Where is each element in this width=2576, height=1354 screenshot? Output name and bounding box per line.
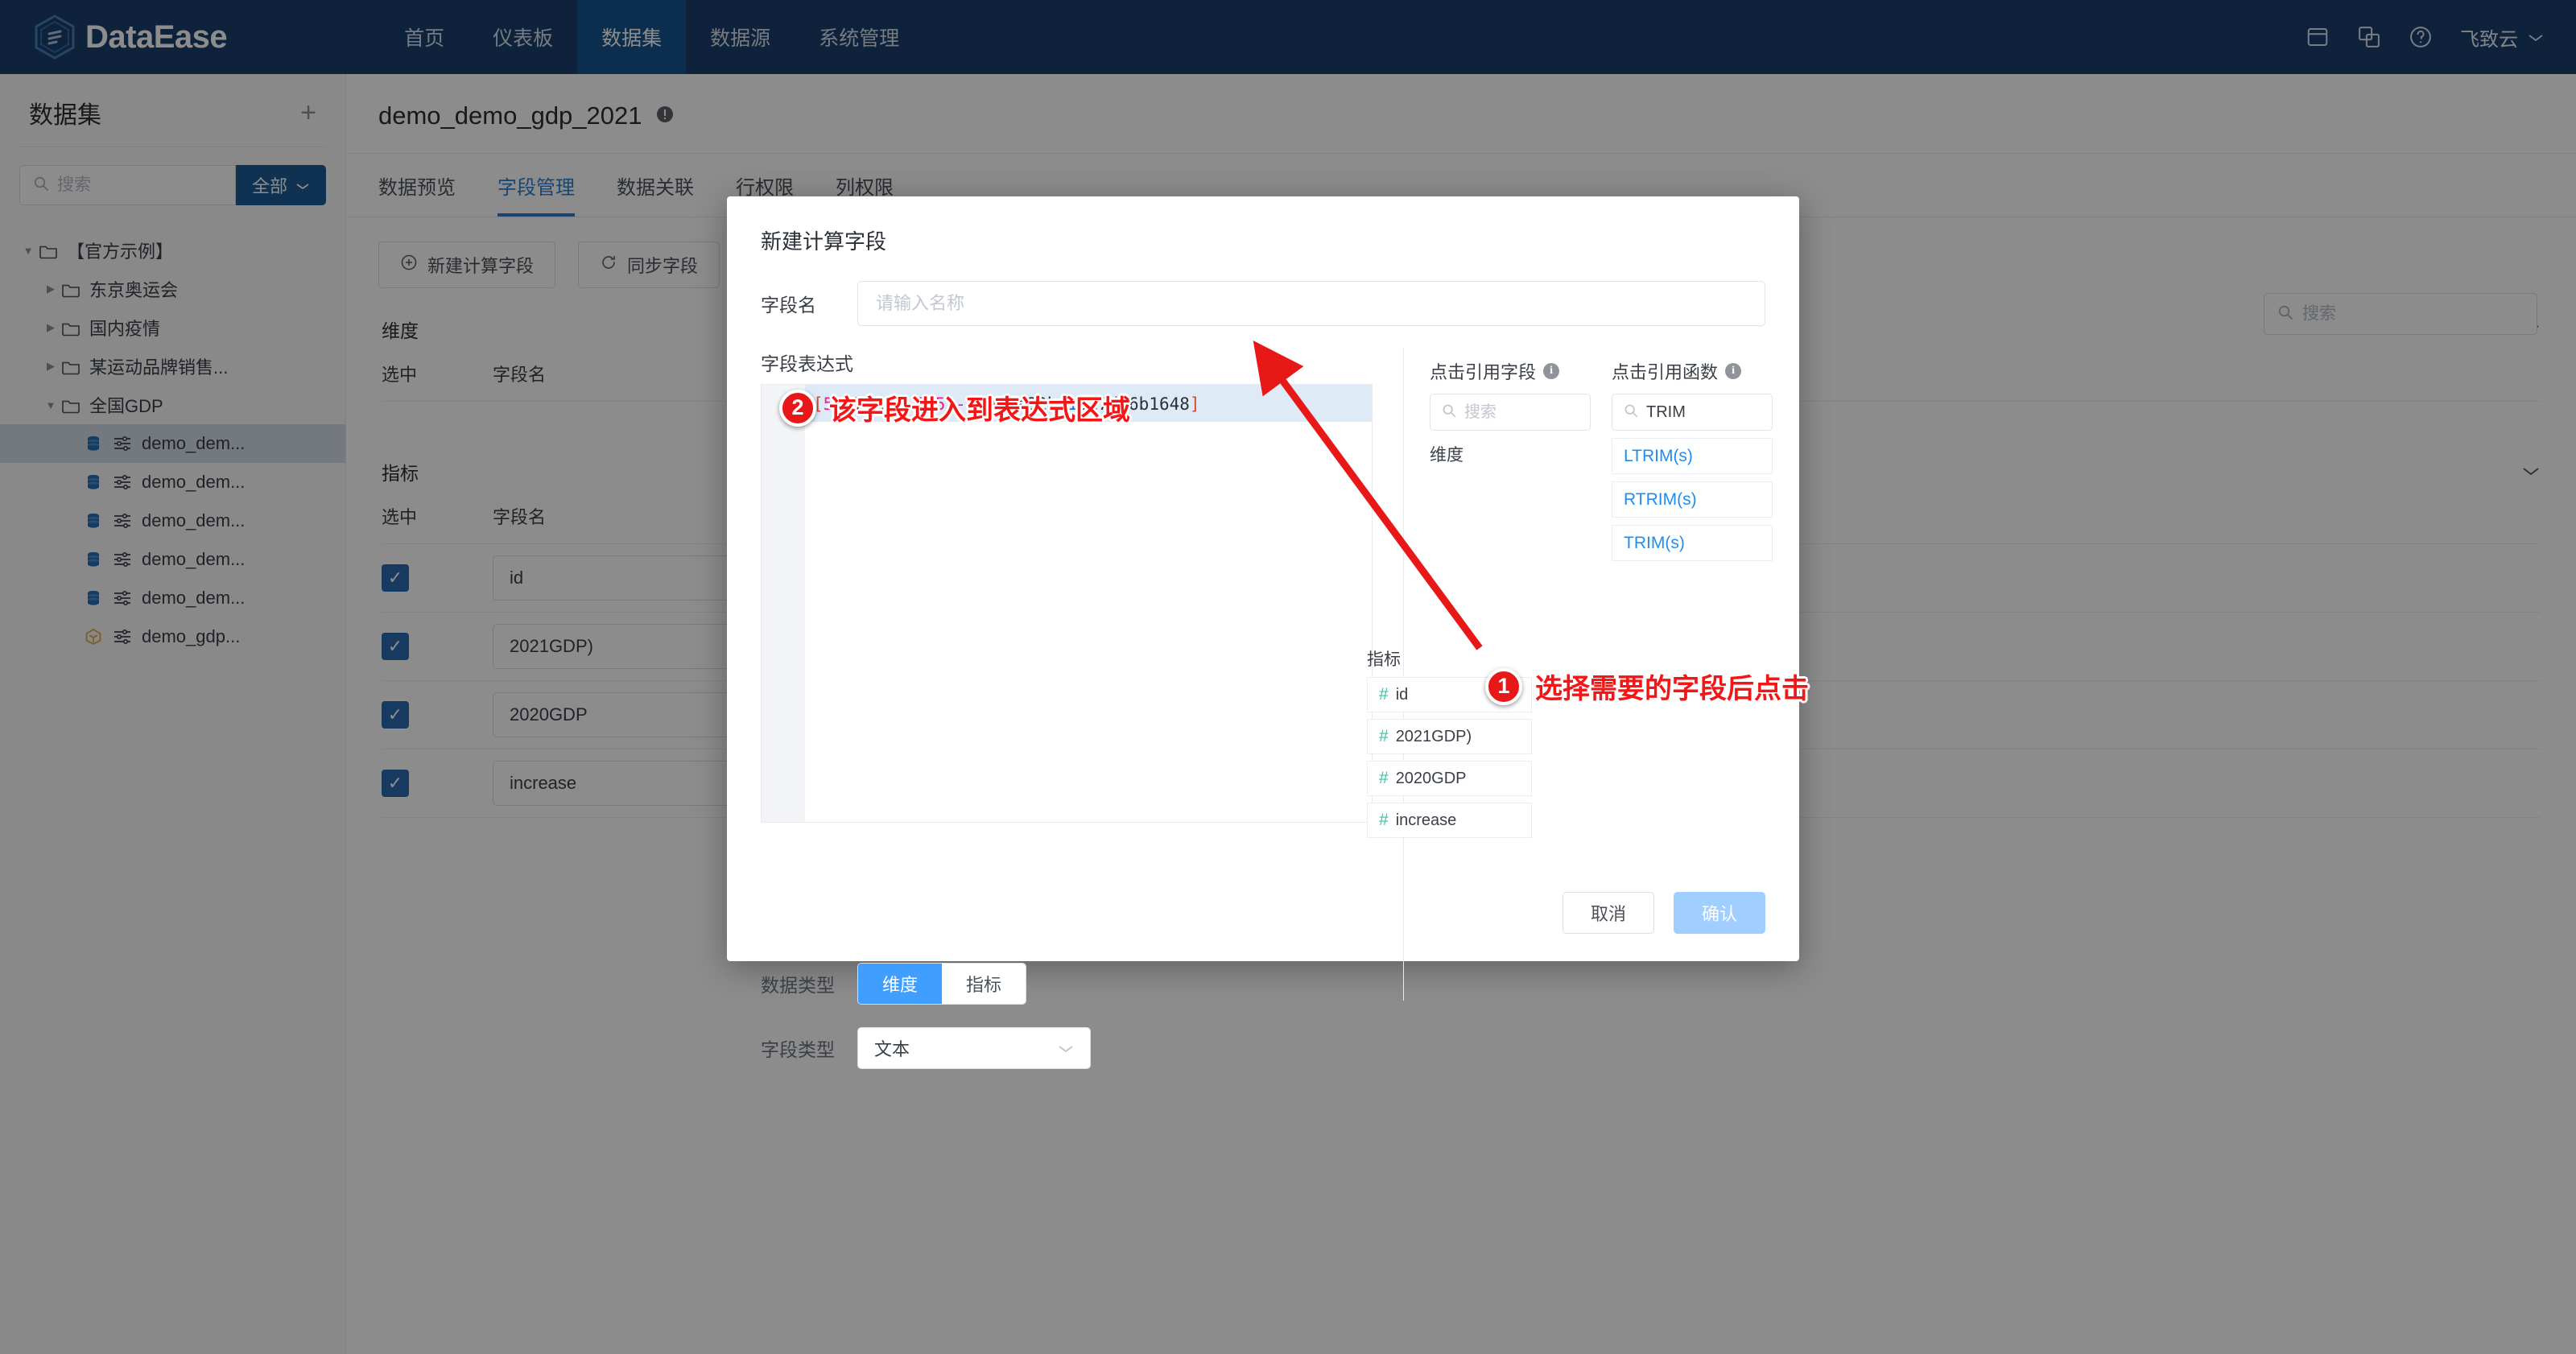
confirm-button[interactable]: 确认 [1673,892,1765,934]
data-type-segmented-control: 维度 指标 [857,963,1027,1005]
reference-function-column: 点击引用函数 i LTRIM(s) RTRIM(s) TRIM(s) [1612,358,1773,561]
annotation-text: 该字段进入到表达式区域 [829,394,1130,427]
reference-field-group-label: 维度 [1430,446,1463,464]
metric-field-item[interactable]: # increase [1367,803,1532,838]
cancel-button[interactable]: 取消 [1562,892,1654,934]
data-type-row: 数据类型 维度 指标 [761,963,1091,1005]
reference-columns: 点击引用字段 i 维度 [1430,358,1799,561]
function-list: LTRIM(s) RTRIM(s) TRIM(s) [1612,438,1773,561]
app-root: DataEase 首页 仪表板 数据集 数据源 系统管理 飞致云 数据集 + 搜… [0,0,2576,1354]
dialog-title: 新建计算字段 [761,229,887,254]
info-icon[interactable]: i [1543,363,1560,379]
data-type-option-dimension[interactable]: 维度 [858,964,943,1004]
reference-field-column: 点击引用字段 i 维度 [1430,358,1591,561]
reference-field-search-input[interactable] [1464,402,1579,422]
search-icon [1624,403,1638,422]
data-type-option-metric[interactable]: 指标 [942,964,1026,1004]
field-type-row: 字段类型 文本 [761,1027,1091,1069]
reference-function-header-label: 点击引用函数 [1612,362,1719,382]
hash-icon: # [1379,727,1389,745]
field-name-input[interactable] [876,293,1747,314]
hash-icon: # [1379,685,1389,704]
data-type-label: 数据类型 [761,975,835,996]
annotation-badge: 2 [779,389,816,427]
expression-editor[interactable]: 1 [58a7ee7d-6753-400a-a22b-1aa7d16b1648] [761,384,1373,823]
reference-function-search-input[interactable] [1646,402,1761,422]
annotation-1: 1 选择需要的字段后点击 [1485,667,1809,706]
reference-field-search-box[interactable] [1430,394,1591,431]
new-calculated-field-dialog: 新建计算字段 字段名 字段表达式 1 [58a7ee7d-6753-400a-a… [727,196,1799,1069]
function-item[interactable]: RTRIM(s) [1612,481,1773,518]
expression-token: ] [1189,394,1200,414]
hash-icon: # [1379,811,1389,829]
field-name-row: 字段名 [727,255,1799,326]
reference-field-header: 点击引用字段 i [1430,358,1591,384]
expression-label: 字段表达式 [761,353,853,374]
reference-function-search-box[interactable] [1612,394,1773,431]
field-name-input-wrapper[interactable] [857,281,1765,326]
metric-field-label: id [1395,685,1409,704]
field-type-label: 字段类型 [761,1039,835,1060]
chevron-down-icon [1058,1038,1074,1059]
function-item[interactable]: TRIM(s) [1612,525,1773,561]
annotation-2: 2 该字段进入到表达式区域 [779,388,1130,427]
metric-field-item[interactable]: #2020GDP [1367,761,1532,796]
metric-field-label: increase [1395,811,1457,829]
editor-line-numbers: 1 [762,385,805,822]
field-type-value: 文本 [874,1039,910,1059]
hash-icon: # [1379,769,1389,787]
info-icon[interactable]: i [1725,363,1742,379]
reference-field-header-label: 点击引用字段 [1430,362,1537,382]
metric-field-label: 2021GDP) [1395,727,1472,745]
search-icon [1442,403,1456,422]
field-type-select[interactable]: 文本 [857,1027,1091,1069]
function-item[interactable]: LTRIM(s) [1612,438,1773,474]
reference-function-header: 点击引用函数 i [1612,358,1773,384]
editor-code-area[interactable]: [58a7ee7d-6753-400a-a22b-1aa7d16b1648] [805,385,1372,822]
dialog-footer: 取消 确认 [1562,892,1765,934]
annotation-badge: 1 [1485,667,1522,705]
type-settings: 数据类型 维度 指标 字段类型 文本 [761,963,1091,1092]
metric-field-label: 2020GDP [1395,769,1467,787]
annotation-text: 选择需要的字段后点击 [1535,673,1809,705]
field-name-label: 字段名 [761,295,816,316]
metric-field-item[interactable]: #2021GDP) [1367,719,1532,754]
